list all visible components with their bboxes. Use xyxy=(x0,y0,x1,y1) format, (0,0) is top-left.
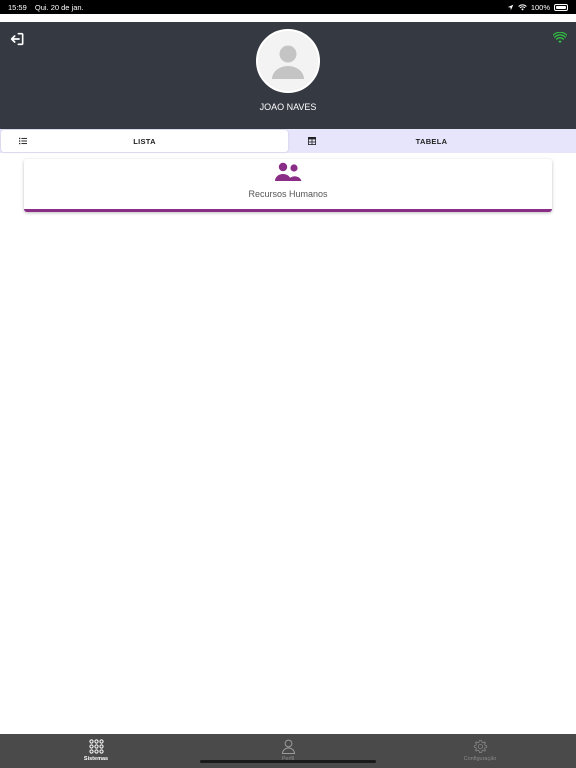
tab-lista-label: LISTA xyxy=(133,136,156,146)
user-name: JOAO NAVES xyxy=(259,102,317,112)
battery-icon xyxy=(554,3,568,11)
location-icon xyxy=(507,4,514,10)
nav-sistemas[interactable]: Sistemas xyxy=(0,734,192,768)
status-date: Qui. 20 de jan. xyxy=(34,2,84,12)
grid-icon xyxy=(88,739,104,754)
status-time: 15:59 xyxy=(8,2,27,12)
avatar[interactable] xyxy=(256,29,320,93)
view-tabs: LISTA TABELA xyxy=(0,129,576,153)
home-indicator xyxy=(200,760,376,763)
profile-header: JOAO NAVES xyxy=(0,22,576,129)
user-placeholder-icon xyxy=(272,45,304,79)
wifi-icon xyxy=(553,32,567,43)
tab-tabela[interactable]: TABELA xyxy=(288,130,575,152)
status-wifi-icon xyxy=(518,4,527,10)
tab-lista[interactable]: LISTA xyxy=(1,130,288,152)
nav-configuracao[interactable]: Configuração xyxy=(384,734,576,768)
system-card-recursos-humanos[interactable]: Recursos Humanos xyxy=(24,159,552,212)
table-icon xyxy=(308,137,316,145)
tab-tabela-label: TABELA xyxy=(415,136,448,146)
status-gap xyxy=(0,14,576,22)
gear-icon xyxy=(473,740,487,753)
list-icon xyxy=(19,137,27,145)
battery-percent: 100% xyxy=(530,2,550,12)
status-right: 100% xyxy=(507,3,568,12)
user-icon xyxy=(281,739,295,754)
logout-icon[interactable] xyxy=(9,31,25,47)
people-icon xyxy=(275,162,302,181)
status-bar: 15:59 Qui. 20 de jan. 100% xyxy=(0,0,576,14)
nav-sistemas-label: Sistemas xyxy=(83,756,109,762)
system-card-label: Recursos Humanos xyxy=(248,189,328,199)
nav-configuracao-label: Configuração xyxy=(463,756,497,762)
status-left: 15:59 Qui. 20 de jan. xyxy=(8,3,90,12)
